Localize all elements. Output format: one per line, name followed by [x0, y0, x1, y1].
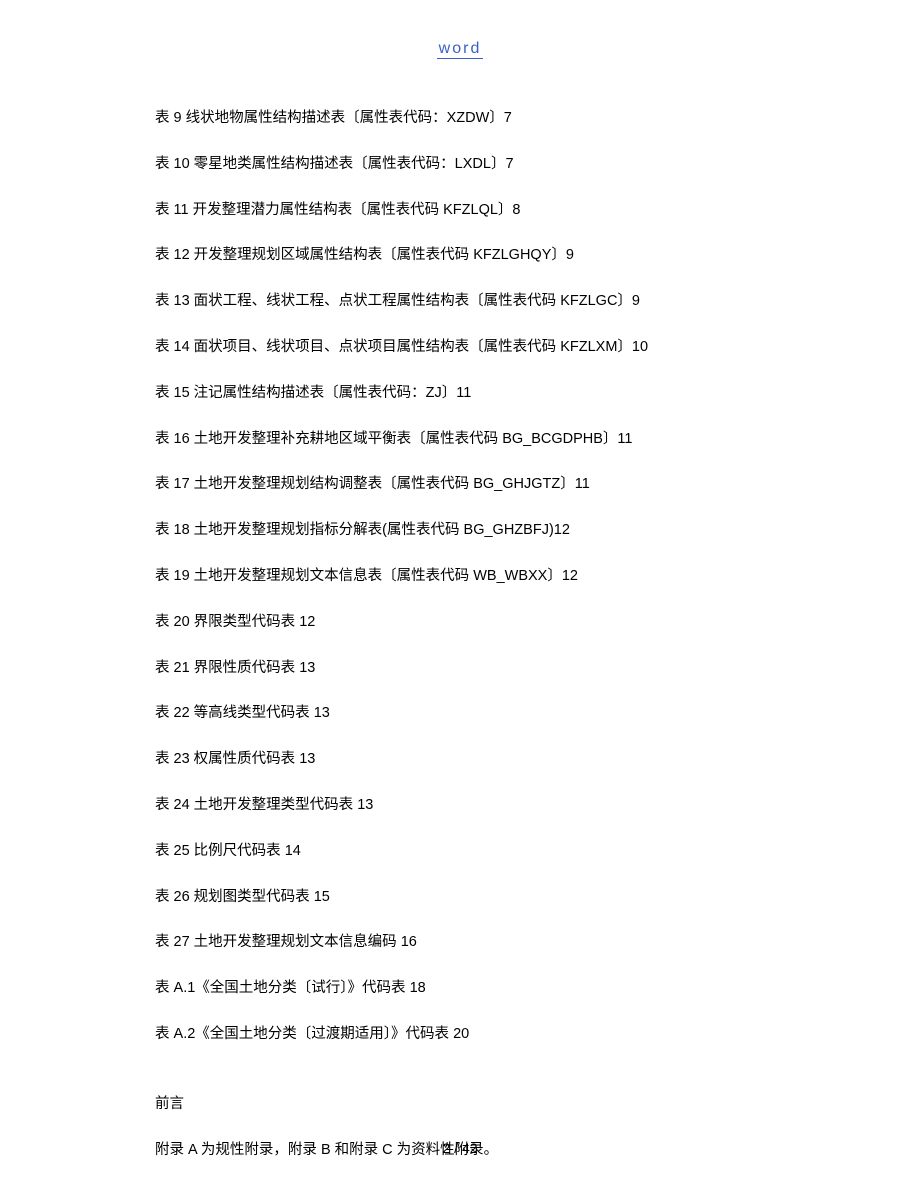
toc-entry: 表 12 开发整理规划区域属性结构表〔属性表代码 KFZLGHQY〕9 [155, 245, 765, 265]
toc-entry: 表 A.2《全国土地分类〔过渡期适用〕》代码表 20 [155, 1024, 765, 1044]
toc-entry: 表 25 比例尺代码表 14 [155, 841, 765, 861]
toc-entry: 表 11 开发整理潜力属性结构表〔属性表代码 KFZLQL〕8 [155, 200, 765, 220]
toc-entry: 表 17 土地开发整理规划结构调整表〔属性表代码 BG_GHJGTZ〕11 [155, 474, 765, 494]
toc-entry: 表 16 土地开发整理补充耕地区域平衡表〔属性表代码 BG_BCGDPHB〕11 [155, 429, 765, 449]
toc-entry: 表 24 土地开发整理类型代码表 13 [155, 795, 765, 815]
toc-entry: 表 14 面状项目、线状项目、点状项目属性结构表〔属性表代码 KFZLXM〕10 [155, 337, 765, 357]
header-link[interactable]: word [0, 40, 920, 58]
toc-entry: 表 A.1《全国土地分类〔试行〕》代码表 18 [155, 978, 765, 998]
toc-entry: 表 18 土地开发整理规划指标分解表(属性表代码 BG_GHZBFJ)12 [155, 520, 765, 540]
toc-entry: 表 10 零星地类属性结构描述表〔属性表代码：LXDL〕7 [155, 154, 765, 174]
page-footer: 2 / 42 [0, 1140, 920, 1156]
toc-entry: 表 9 线状地物属性结构描述表〔属性表代码：XZDW〕7 [155, 108, 765, 128]
toc-entry: 表 23 权属性质代码表 13 [155, 749, 765, 769]
page-number: 2 / 42 [442, 1140, 477, 1156]
toc-entry: 表 21 界限性质代码表 13 [155, 658, 765, 678]
toc-entry: 表 15 注记属性结构描述表〔属性表代码：ZJ〕11 [155, 383, 765, 403]
toc-entry: 表 20 界限类型代码表 12 [155, 612, 765, 632]
toc-entry: 表 19 土地开发整理规划文本信息表〔属性表代码 WB_WBXX〕12 [155, 566, 765, 586]
toc-entry: 表 26 规划图类型代码表 15 [155, 887, 765, 907]
header-link-text: word [437, 40, 484, 59]
toc-entry: 表 27 土地开发整理规划文本信息编码 16 [155, 932, 765, 952]
toc-entry: 表 22 等高线类型代码表 13 [155, 703, 765, 723]
toc-entry: 表 13 面状工程、线状工程、点状工程属性结构表〔属性表代码 KFZLGC〕9 [155, 291, 765, 311]
preface-heading: 前言 [155, 1094, 765, 1114]
document-content: 表 9 线状地物属性结构描述表〔属性表代码：XZDW〕7 表 10 零星地类属性… [155, 108, 765, 1186]
